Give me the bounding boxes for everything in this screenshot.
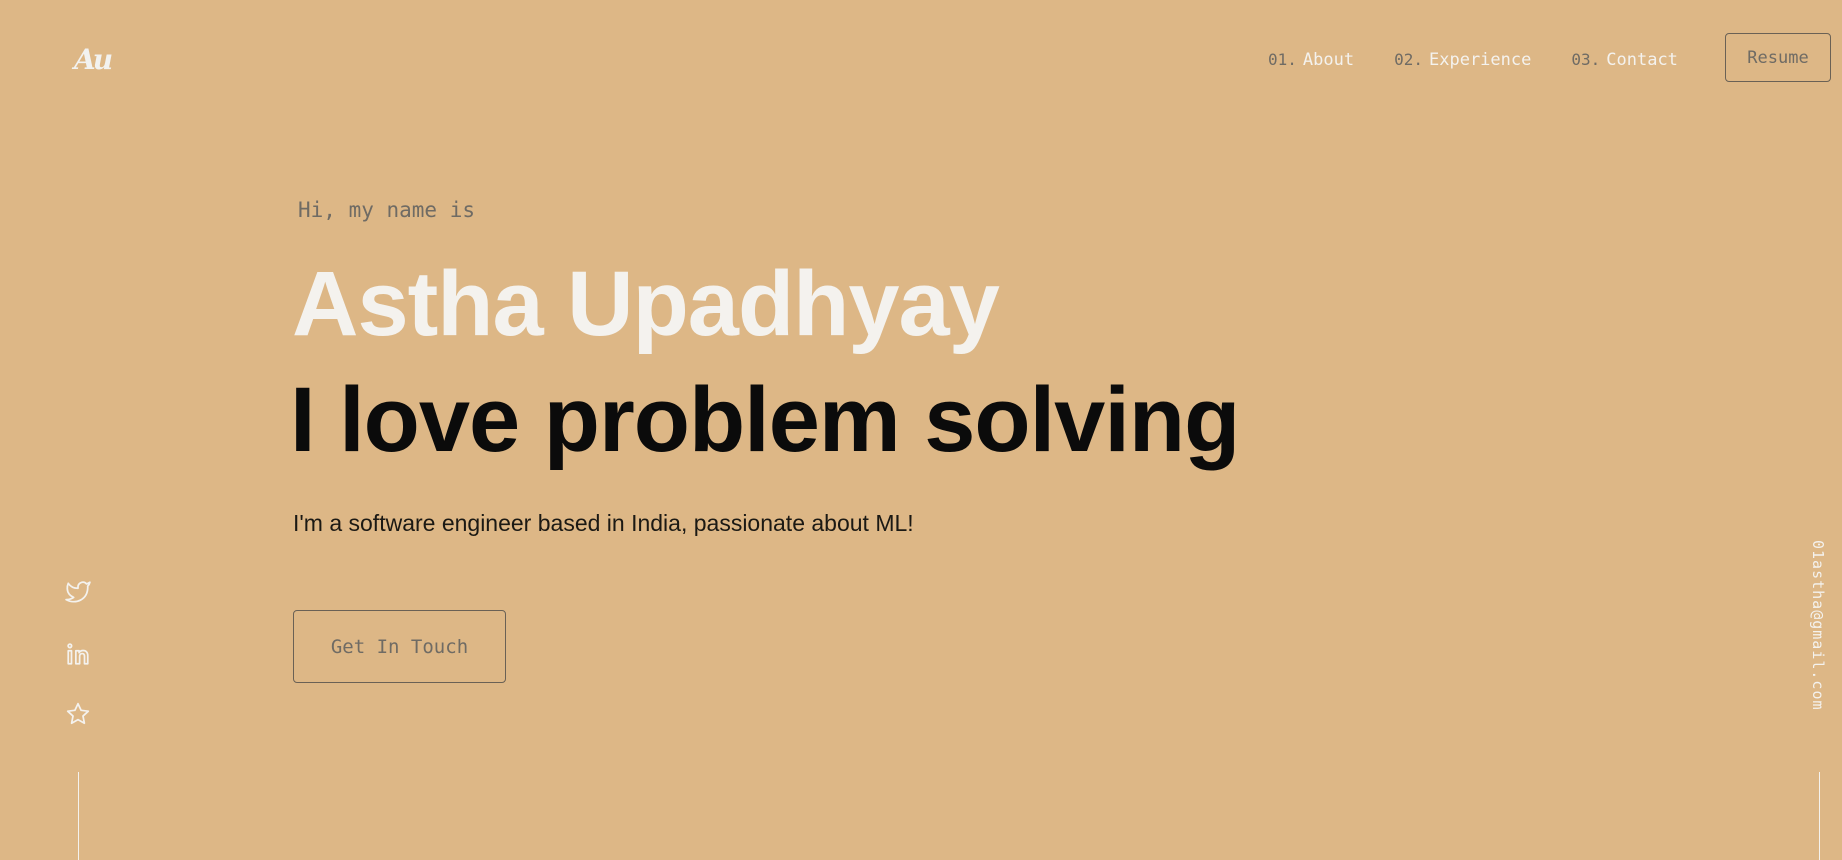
- left-divider-line: [78, 772, 79, 860]
- linkedin-icon[interactable]: [64, 640, 92, 668]
- twitter-icon[interactable]: [64, 578, 92, 606]
- logo[interactable]: Au: [74, 40, 126, 80]
- main-nav: 01. About 02. Experience 03. Contact: [1268, 50, 1678, 70]
- get-in-touch-button[interactable]: Get In Touch: [293, 610, 506, 683]
- nav-number: 03.: [1571, 50, 1601, 69]
- hero-greeting: Hi, my name is: [298, 198, 476, 222]
- nav-number: 01.: [1268, 50, 1297, 69]
- nav-label: About: [1302, 50, 1355, 70]
- right-divider-line: [1819, 772, 1820, 860]
- hero-name: Astha Upadhyay: [292, 253, 1000, 355]
- email-link[interactable]: 01astha@gmail.com: [1809, 540, 1827, 711]
- hero-intro: I'm a software engineer based in India, …: [293, 510, 914, 536]
- nav-item-about[interactable]: 01. About: [1268, 50, 1354, 70]
- resume-button[interactable]: Resume: [1725, 33, 1831, 82]
- star-icon[interactable]: [64, 700, 92, 728]
- nav-item-experience[interactable]: 02. Experience: [1394, 50, 1531, 70]
- nav-label: Contact: [1606, 50, 1678, 70]
- nav-label: Experience: [1429, 50, 1532, 70]
- nav-number: 02.: [1394, 50, 1423, 69]
- nav-item-contact[interactable]: 03. Contact: [1571, 50, 1678, 70]
- hero-tagline: I love problem solving: [290, 369, 1240, 471]
